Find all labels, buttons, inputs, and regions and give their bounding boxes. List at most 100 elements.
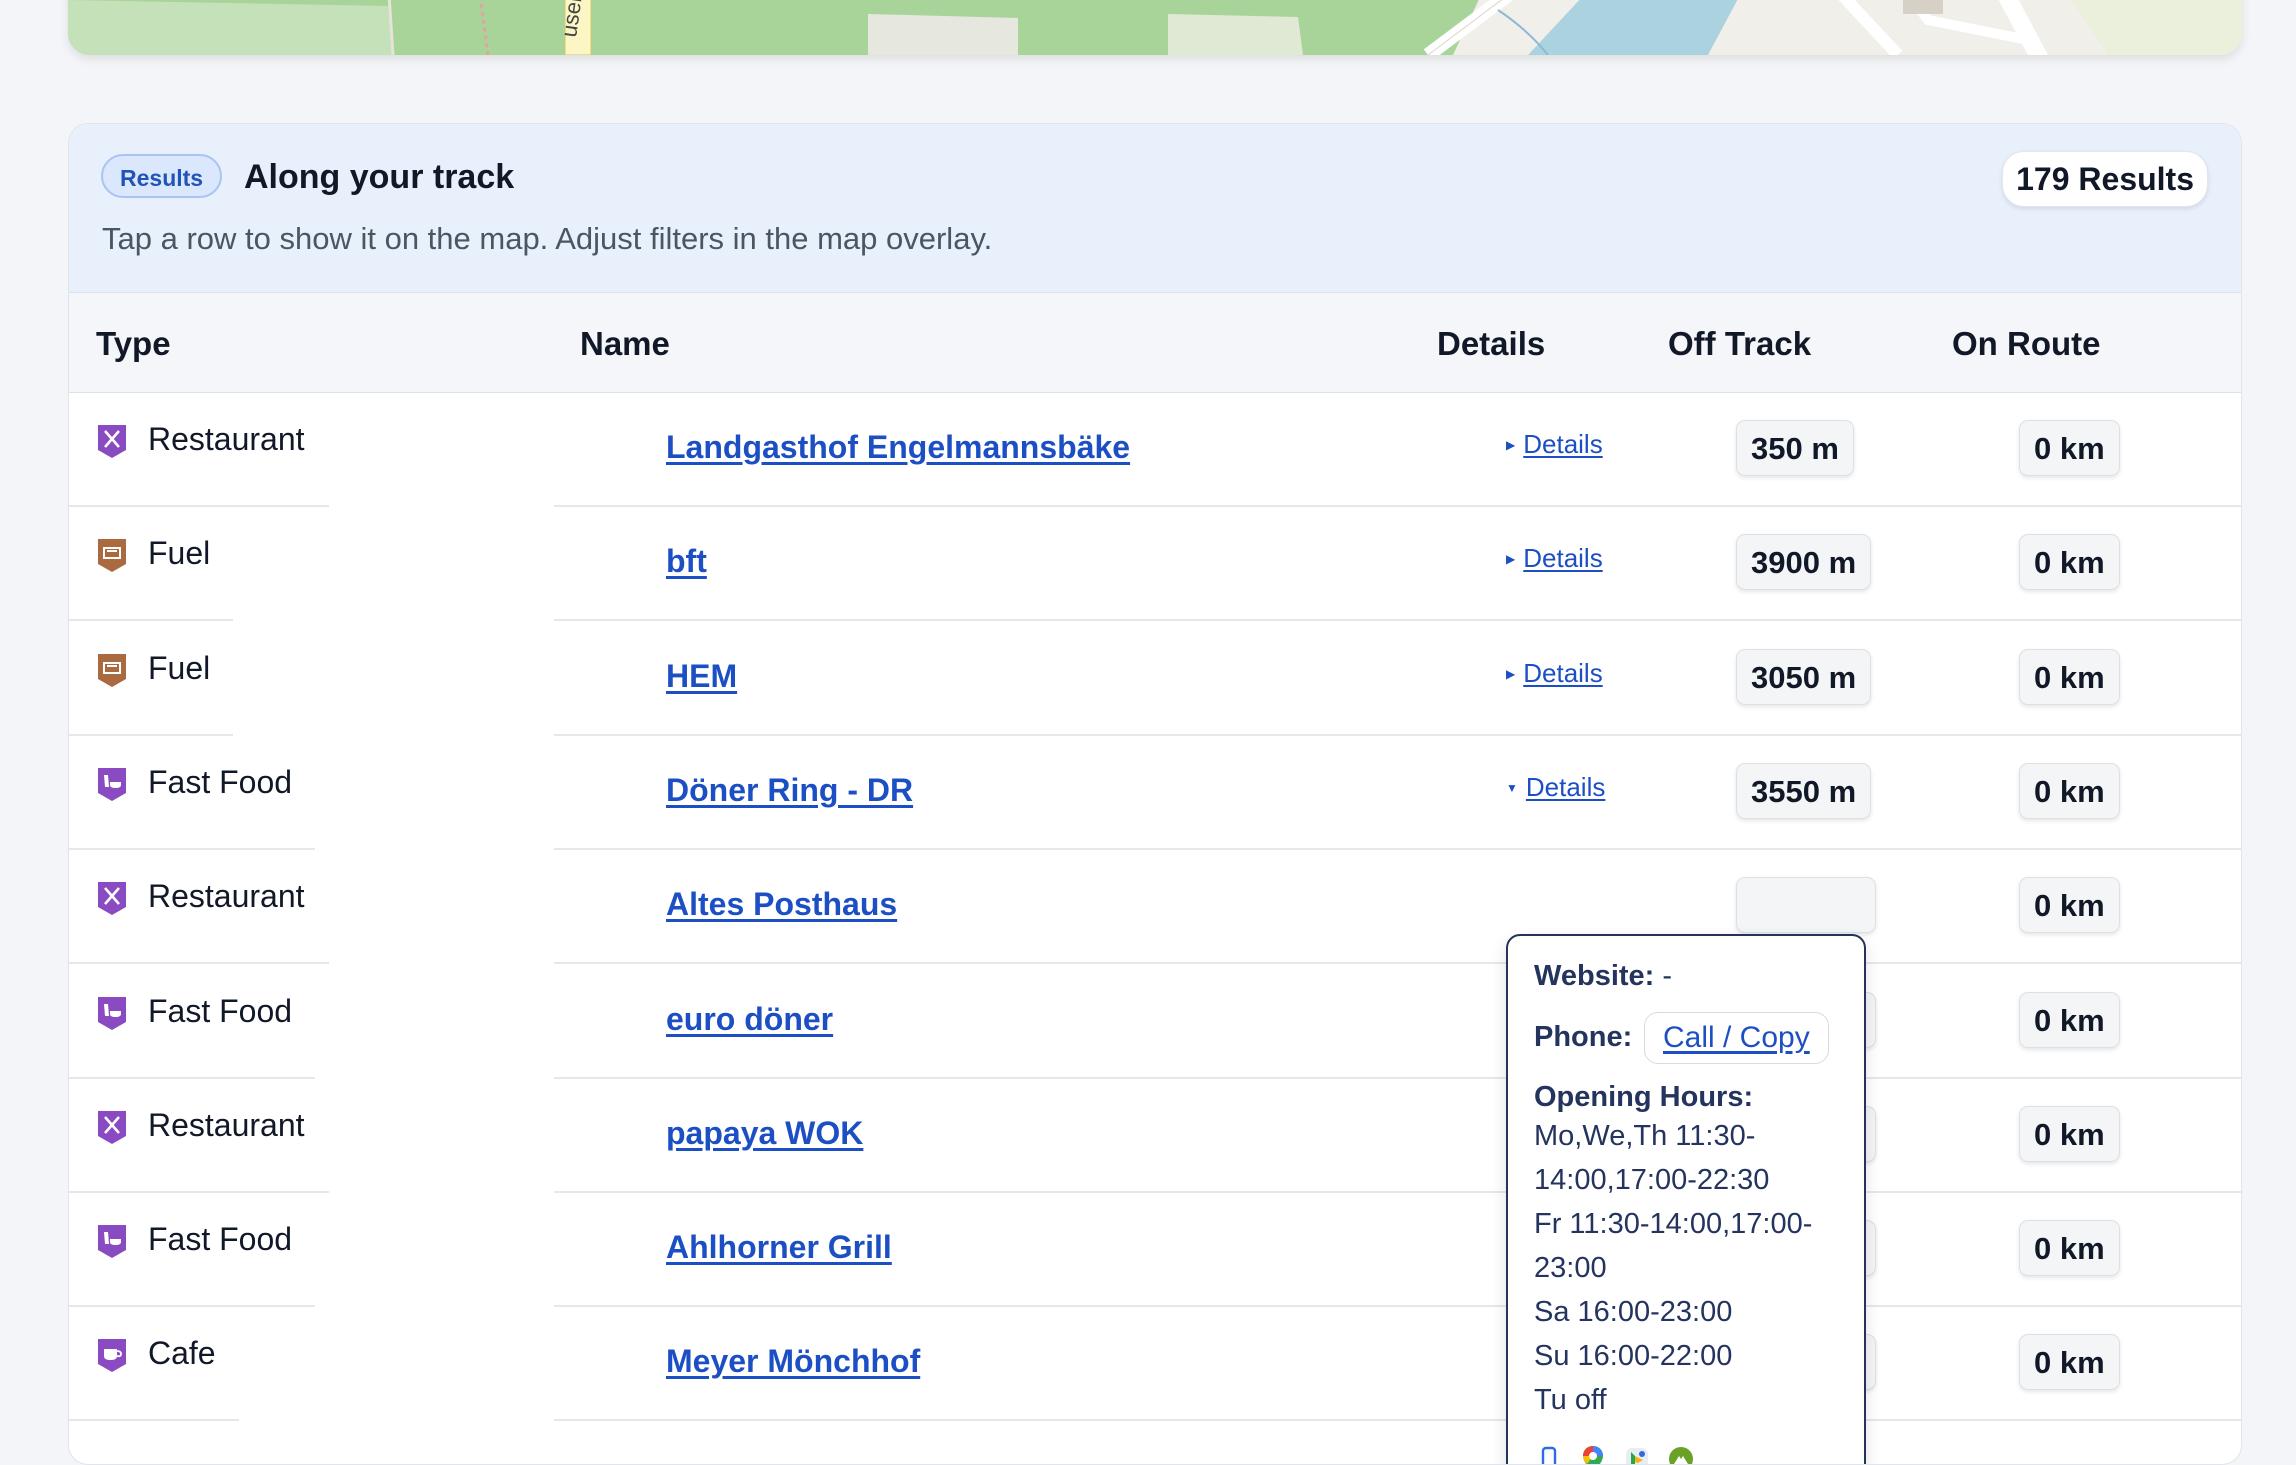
hours-line: Mo,We,Th 11:30- — [1534, 1120, 1756, 1152]
results-subtitle: Tap a row to show it on the map. Adjust … — [102, 221, 993, 256]
column-header-off-track[interactable]: Off Track — [1668, 325, 1811, 363]
website-label: Website: — [1534, 960, 1655, 992]
fuel-icon — [95, 536, 129, 574]
restaurant-icon — [95, 879, 129, 917]
results-card: Results Along your track Tap a row to sh… — [68, 123, 2242, 1465]
table-row[interactable]: Fuel HEM ▶ Details 3050 m 0 km — [69, 622, 2241, 736]
type-cell: Cafe — [69, 1307, 239, 1422]
type-label: Restaurant — [148, 421, 305, 457]
on-route-distance: 0 km — [2019, 534, 2120, 591]
disclosure-triangle-icon: ▶ — [1506, 552, 1516, 567]
hours-line: 14:00,17:00-22:30 — [1534, 1164, 1770, 1196]
details-toggle[interactable]: ▼ Details — [1506, 772, 1605, 803]
type-cell: Fast Food — [69, 736, 315, 850]
type-cell: Restaurant — [69, 1079, 329, 1193]
on-route-distance: 0 km — [2019, 762, 2120, 819]
table-header: Type Name Details Off Track On Route — [69, 293, 2241, 393]
call-copy-button[interactable]: Call / Copy — [1644, 1012, 1829, 1064]
table-row[interactable]: Fast Food euro döner 0 km — [69, 965, 2241, 1079]
type-cell: Fuel — [69, 622, 233, 736]
table-row[interactable]: Restaurant Altes Posthaus 0 km — [69, 850, 2241, 965]
on-route-distance: 0 km — [2019, 420, 2120, 476]
opening-hours-list: Mo,We,Th 11:30- 14:00,17:00-22:30 Fr 11:… — [1534, 1114, 1854, 1422]
restaurant-icon — [95, 1108, 129, 1146]
popover-website: Website: - — [1534, 960, 1672, 993]
place-name-link[interactable]: Landgasthof Engelmannsbäke — [666, 429, 1130, 466]
table-row[interactable]: Fuel bft ▶ Details 3900 m 0 km — [69, 507, 2241, 622]
hours-line: 23:00 — [1534, 1252, 1607, 1284]
opening-hours-label: Opening Hours: — [1534, 1081, 1754, 1113]
apple-maps-icon[interactable] — [1534, 1444, 1564, 1464]
komoot-icon[interactable] — [1666, 1444, 1696, 1464]
off-track-distance: 350 m — [1736, 420, 1854, 476]
off-track-distance: 3900 m — [1736, 534, 1872, 591]
on-route-distance: 0 km — [2019, 1105, 2120, 1162]
type-cell: Restaurant — [69, 850, 329, 965]
details-label: Details — [1523, 429, 1603, 459]
place-name-link[interactable]: Ahlhorner Grill — [666, 1229, 892, 1266]
disclosure-triangle-icon: ▶ — [1506, 666, 1516, 681]
name-cell — [554, 622, 2241, 736]
type-label: Fuel — [148, 535, 211, 572]
cafe-icon — [95, 1336, 129, 1374]
on-route-distance: 0 km — [2019, 1220, 2120, 1277]
details-toggle[interactable]: ▶ Details — [1506, 658, 1603, 689]
on-route-distance: 0 km — [2019, 877, 2120, 934]
type-label: Restaurant — [148, 878, 305, 915]
disclosure-triangle-icon: ▼ — [1506, 780, 1518, 795]
on-route-distance: 0 km — [2019, 991, 2120, 1048]
table-row[interactable]: Fast Food Ahlhorner Grill 0 km — [69, 1193, 2241, 1308]
type-label: Fuel — [148, 649, 211, 686]
fast-food-icon — [95, 1222, 129, 1260]
type-cell: Fuel — [69, 507, 233, 622]
table-row[interactable]: Restaurant Landgasthof Engelmannsbäke ▶ D… — [69, 393, 2241, 507]
place-name-link[interactable]: Meyer Mönchhof — [666, 1343, 920, 1380]
place-name-link[interactable]: Döner Ring - DR — [666, 772, 913, 809]
off-track-distance: 3050 m — [1736, 648, 1872, 705]
map-view[interactable]: user — [68, 0, 2242, 55]
details-label: Details — [1523, 543, 1603, 574]
type-cell: Fast Food — [69, 965, 315, 1079]
column-header-on-route[interactable]: On Route — [1952, 325, 2100, 363]
results-title: Along your track — [244, 158, 515, 196]
name-cell — [554, 507, 2241, 622]
results-header: Results Along your track Tap a row to sh… — [69, 124, 2241, 293]
place-name-link[interactable]: papaya WOK — [666, 1115, 863, 1152]
column-header-name[interactable]: Name — [580, 325, 670, 363]
disclosure-triangle-icon: ▶ — [1506, 438, 1516, 452]
place-name-link[interactable]: Altes Posthaus — [666, 886, 897, 923]
bing-maps-icon[interactable] — [1622, 1444, 1652, 1464]
place-name-link[interactable]: bft — [666, 543, 707, 580]
type-cell: Fast Food — [69, 1193, 315, 1308]
table-row[interactable]: Fast Food Döner Ring - DR ▼ Details 3550 … — [69, 736, 2241, 850]
website-value: - — [1662, 960, 1673, 992]
hours-line: Su 16:00-22:00 — [1534, 1340, 1733, 1372]
table-row[interactable]: Restaurant papaya WOK 0 km — [69, 1079, 2241, 1193]
column-header-details: Details — [1437, 325, 1546, 362]
restaurant-icon — [95, 422, 129, 460]
table-row[interactable]: Cafe Meyer Mönchhof 0 km — [69, 1307, 2241, 1422]
details-toggle[interactable]: ▶ Details — [1506, 429, 1603, 460]
results-count-badge: 179 Results — [2002, 151, 2208, 207]
type-label: Fast Food — [148, 763, 293, 800]
place-name-link[interactable]: euro döner — [666, 1001, 833, 1038]
off-track-distance: 3550 m — [1736, 762, 1872, 819]
off-track-distance — [1736, 877, 1876, 934]
fast-food-icon — [95, 765, 129, 803]
on-route-distance: 0 km — [2019, 648, 2120, 705]
details-popover: Website: - Phone: Call / Copy Opening Ho… — [1506, 934, 1866, 1464]
fuel-icon — [95, 651, 129, 689]
phone-label: Phone: — [1534, 1021, 1633, 1053]
hours-line: Tu off — [1534, 1384, 1607, 1416]
place-name-link[interactable]: HEM — [666, 658, 737, 695]
google-maps-icon[interactable] — [1578, 1444, 1608, 1464]
details-toggle[interactable]: ▶ Details — [1506, 543, 1603, 574]
type-label: Restaurant — [148, 1106, 305, 1143]
details-label: Details — [1525, 771, 1606, 802]
type-label: Fast Food — [148, 1221, 293, 1258]
hours-line: Fr 11:30-14:00,17:00- — [1534, 1208, 1813, 1240]
fast-food-icon — [95, 994, 129, 1032]
column-header-type[interactable]: Type — [96, 325, 171, 363]
details-label: Details — [1523, 657, 1603, 688]
type-label: Fast Food — [148, 992, 293, 1029]
